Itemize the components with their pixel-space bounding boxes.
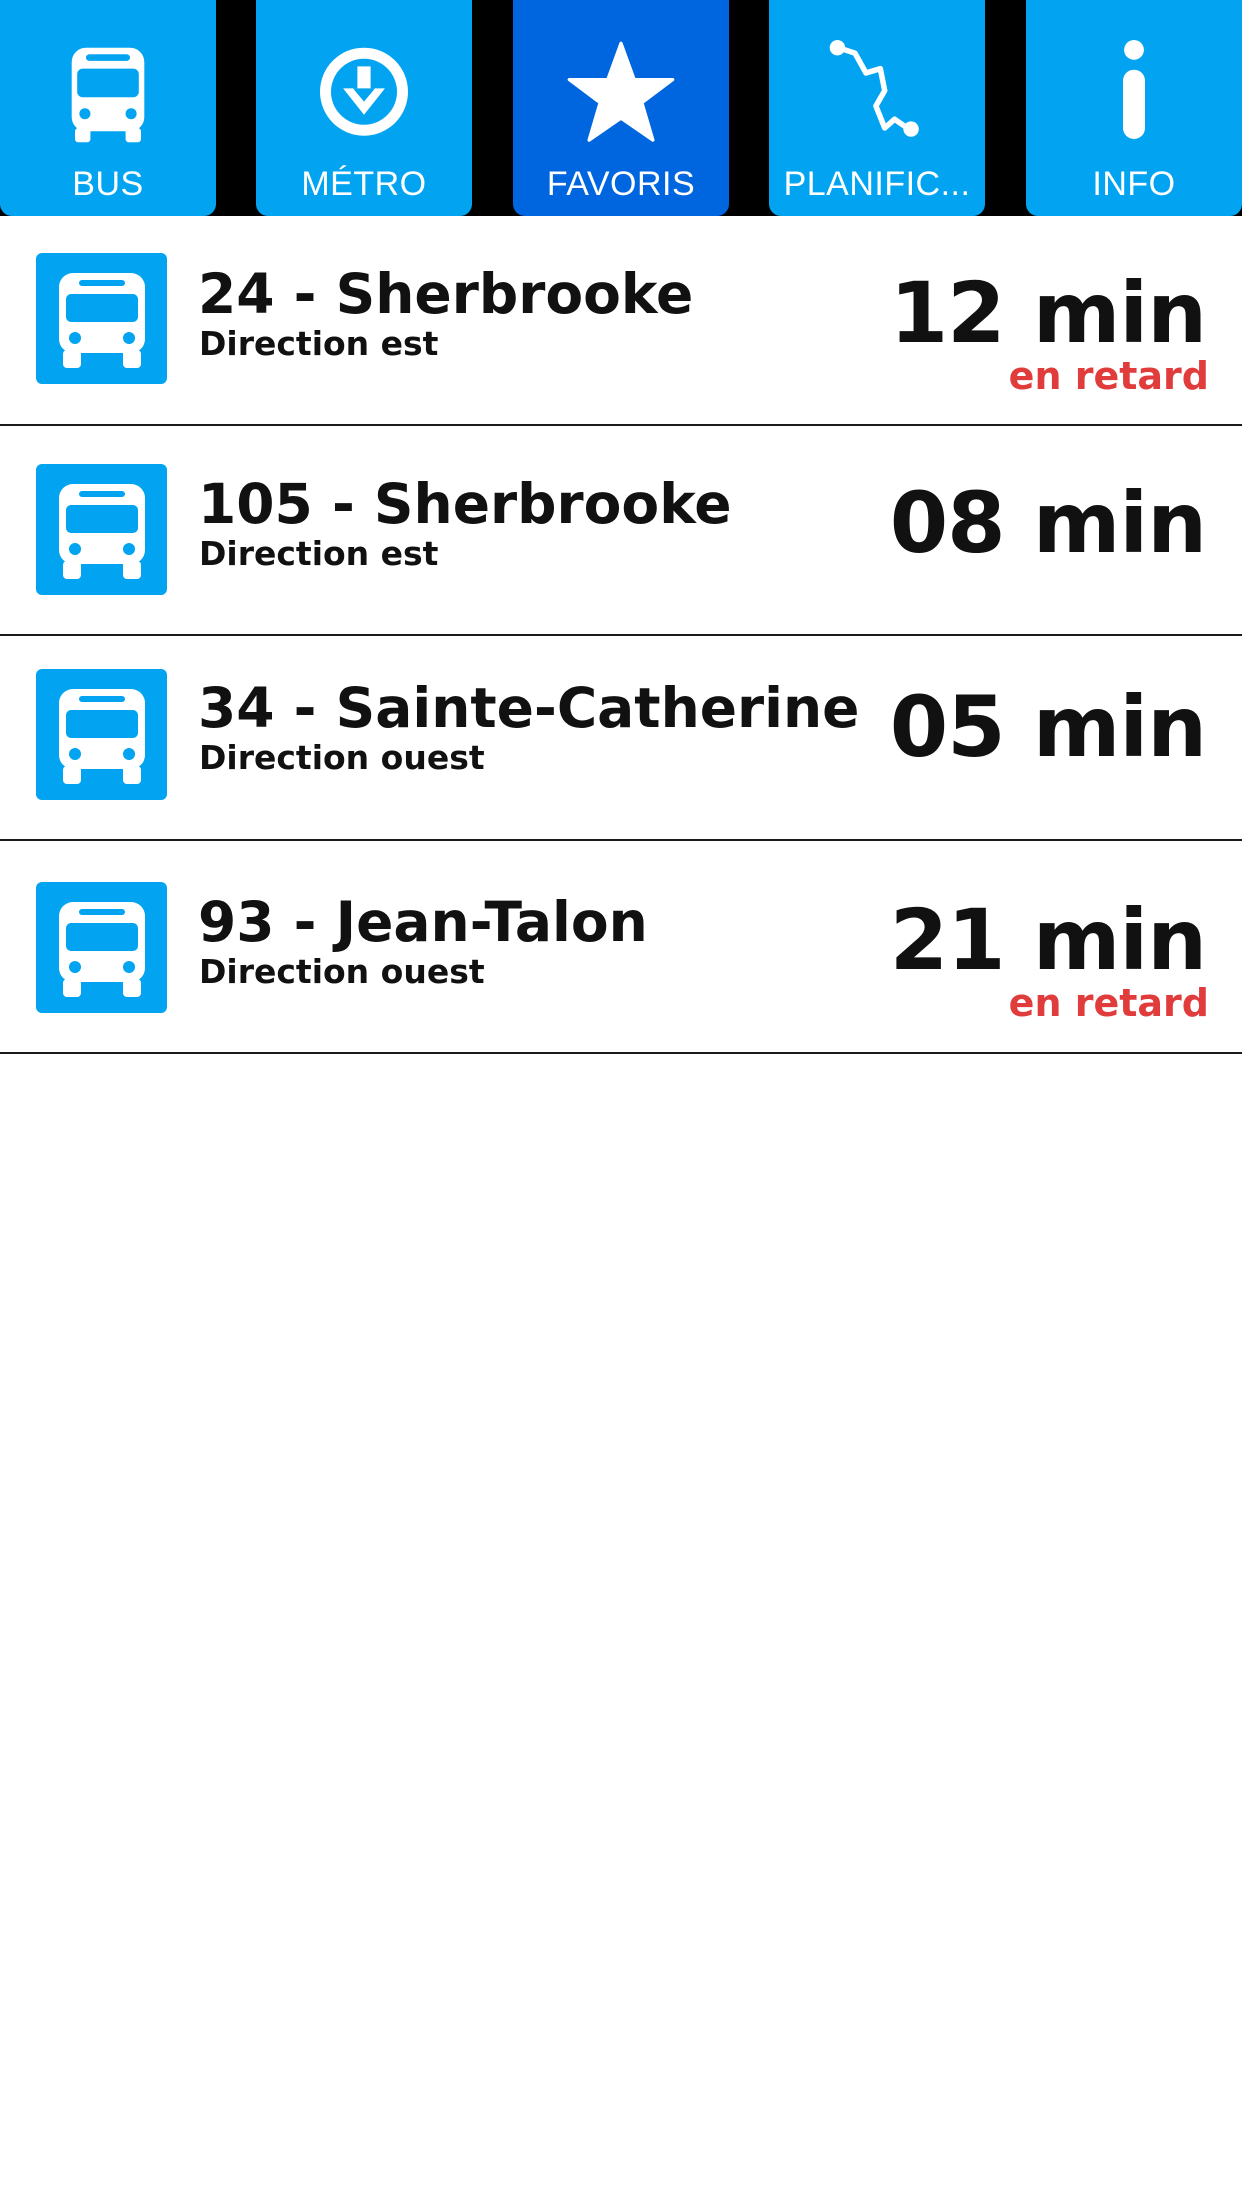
tab-label-bus: BUS bbox=[72, 165, 144, 203]
favorite-row[interactable]: 93 - Jean-Talon Direction ouest 21 min e… bbox=[0, 841, 1242, 1054]
tab-label-favoris: FAVORIS bbox=[546, 165, 696, 203]
tab-bar: BUS MÉTRO FAVORIS PLANIFIC... INFO bbox=[0, 0, 1242, 216]
star-icon bbox=[567, 41, 675, 142]
tab-planificateur[interactable]: PLANIFIC... bbox=[769, 0, 985, 216]
bus-icon bbox=[36, 882, 167, 1013]
tab-info[interactable]: INFO bbox=[1026, 0, 1242, 216]
route-name: 34 - Sainte-Catherine bbox=[198, 676, 860, 740]
favorite-row[interactable]: 105 - Sherbrooke Direction est 08 min bbox=[0, 426, 1242, 636]
route-direction: Direction ouest bbox=[199, 952, 485, 991]
arrival-time: 21 min bbox=[889, 891, 1207, 989]
late-status: en retard bbox=[1008, 354, 1209, 398]
favorites-list: 24 - Sherbrooke Direction est 12 min en … bbox=[0, 216, 1242, 1054]
tab-favoris[interactable]: FAVORIS bbox=[513, 0, 729, 216]
bus-icon bbox=[36, 464, 167, 595]
route-direction: Direction est bbox=[199, 324, 439, 363]
route-planner-icon bbox=[829, 40, 919, 137]
bus-icon bbox=[36, 253, 167, 384]
arrival-time: 12 min bbox=[889, 264, 1207, 362]
info-icon bbox=[1123, 40, 1145, 139]
bus-icon bbox=[71, 47, 145, 143]
tab-label-info: INFO bbox=[1092, 165, 1176, 203]
tab-bus[interactable]: BUS bbox=[0, 0, 216, 216]
route-name: 105 - Sherbrooke bbox=[198, 472, 732, 536]
arrival-time: 05 min bbox=[889, 678, 1207, 776]
tab-label-metro: MÉTRO bbox=[301, 165, 427, 203]
tab-metro[interactable]: MÉTRO bbox=[256, 0, 472, 216]
bus-icon bbox=[36, 669, 167, 800]
arrival-time: 08 min bbox=[889, 474, 1207, 572]
route-name: 24 - Sherbrooke bbox=[198, 262, 694, 326]
favorite-row[interactable]: 24 - Sherbrooke Direction est 12 min en … bbox=[0, 216, 1242, 426]
metro-icon bbox=[320, 47, 408, 136]
late-status: en retard bbox=[1008, 981, 1209, 1025]
favorite-row[interactable]: 34 - Sainte-Catherine Direction ouest 05… bbox=[0, 636, 1242, 841]
route-name: 93 - Jean-Talon bbox=[198, 890, 648, 954]
route-direction: Direction ouest bbox=[199, 738, 485, 777]
tab-label-planificateur: PLANIFIC... bbox=[783, 165, 971, 203]
route-direction: Direction est bbox=[199, 534, 439, 573]
